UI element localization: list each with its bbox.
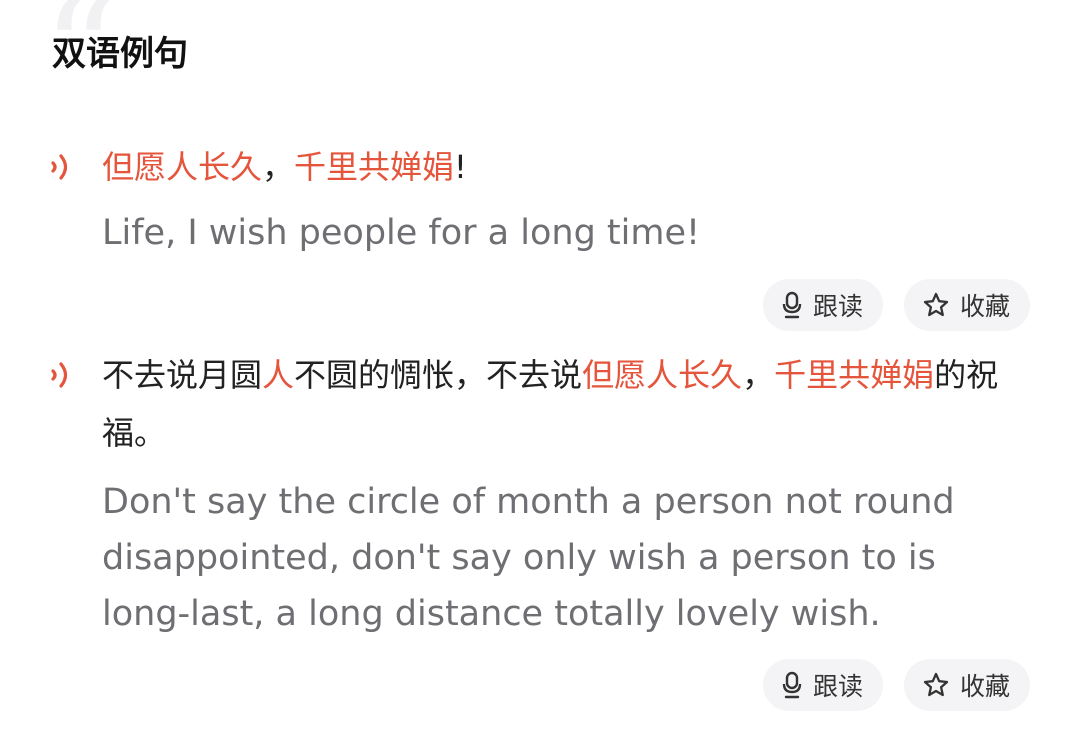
sentence-text: ! [454,148,467,186]
chinese-sentence: 但愿人长久，千里共婵娟! [102,138,1032,196]
english-translation: Life, I wish people for a long time! [102,213,701,253]
highlighted-keyword: 但愿人长久 [582,356,743,394]
star-outline-icon [922,671,950,699]
microphone-icon [781,671,803,699]
follow-read-label: 跟读 [812,672,863,701]
highlighted-keyword: 千里共婵娟 [294,148,455,186]
speaker-sound-icon[interactable] [48,355,76,395]
chinese-sentence: 不去说月圆人不圆的惆怅，不去说但愿人长久，千里共婵娟的祝福。 [102,346,1032,462]
highlighted-keyword: 人 [262,356,295,394]
star-outline-icon [922,291,950,319]
microphone-icon [781,291,803,319]
follow-read-button[interactable]: 跟读 [762,659,883,711]
speaker-sound-icon[interactable] [48,147,76,187]
sentence-text: ， [262,148,295,186]
example-actions: 跟读 收藏 [762,659,1030,711]
sentence-text: 不去说月圆 [102,356,263,394]
follow-read-label: 跟读 [812,292,863,321]
follow-read-button[interactable]: 跟读 [762,279,883,331]
favorite-label: 收藏 [959,292,1010,321]
favorite-button[interactable]: 收藏 [903,279,1030,331]
highlighted-keyword: 但愿人长久 [102,148,263,186]
section-title: 双语例句 [52,34,188,74]
favorite-label: 收藏 [959,672,1010,701]
sentence-text: ， [742,356,775,394]
example-actions: 跟读 收藏 [762,279,1030,331]
favorite-button[interactable]: 收藏 [903,659,1030,711]
highlighted-keyword: 千里共婵娟 [774,356,935,394]
english-translation: Don't say the circle of month a person n… [102,482,955,634]
sentence-text: 不圆的惆怅，不去说 [294,356,583,394]
